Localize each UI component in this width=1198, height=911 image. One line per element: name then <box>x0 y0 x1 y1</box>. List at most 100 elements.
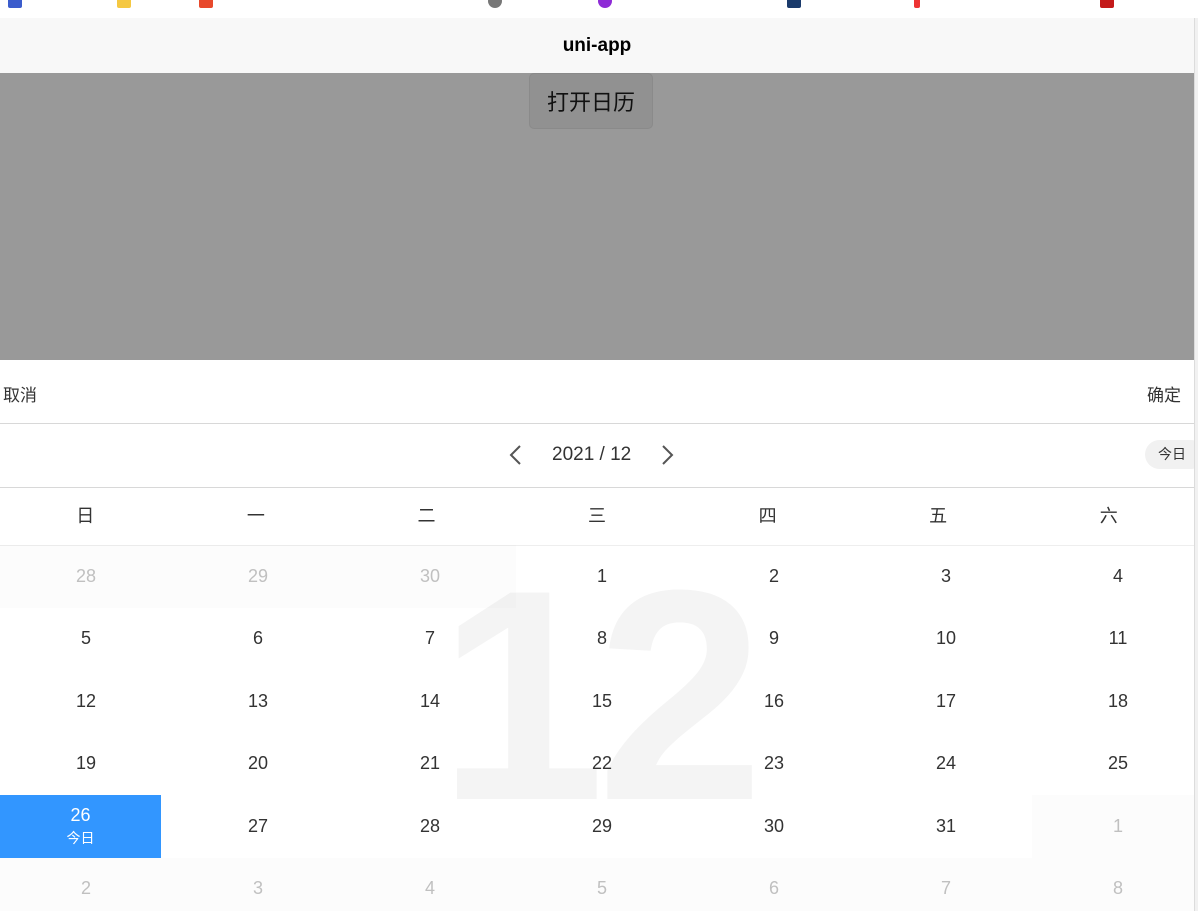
weekday-label: 六 <box>1099 506 1118 526</box>
calendar-day[interactable]: 19 <box>0 733 172 796</box>
day-number: 2 <box>80 878 91 899</box>
calendar-day[interactable]: 28 <box>344 795 516 858</box>
day-number: 6 <box>768 878 779 899</box>
calendar-popup: 取消 确定 2021 / 12 今日 日 一 二 三 四 五 六 12 28 29… <box>0 360 1194 911</box>
day-number: 30 <box>419 565 441 586</box>
calendar-week-row: 2 3 4 5 6 7 8 <box>0 858 1194 911</box>
calendar-action-bar: 取消 确定 <box>0 360 1194 424</box>
bookmark-icon <box>914 0 920 8</box>
calendar-day[interactable]: 12 <box>0 670 172 733</box>
day-number: 24 <box>935 753 957 774</box>
day-number: 18 <box>1107 690 1129 711</box>
calendar-day[interactable]: 29 <box>172 545 344 608</box>
calendar-day-selected[interactable]: 26 今日 <box>0 795 161 858</box>
calendar-day[interactable]: 15 <box>516 670 688 733</box>
day-number: 28 <box>75 565 97 586</box>
day-number: 3 <box>940 565 951 586</box>
bookmarks-bar <box>0 0 1198 18</box>
calendar-day[interactable]: 13 <box>172 670 344 733</box>
bookmark-item[interactable] <box>488 0 510 10</box>
calendar-day[interactable]: 11 <box>1032 608 1194 671</box>
bookmark-item[interactable] <box>8 0 30 10</box>
chevron-right-icon[interactable] <box>656 444 678 466</box>
bookmark-icon <box>199 0 213 8</box>
weekday-label: 三 <box>588 506 607 526</box>
calendar-day[interactable]: 7 <box>860 858 1032 911</box>
day-number: 8 <box>596 628 607 649</box>
bookmark-item[interactable] <box>598 0 620 10</box>
bookmark-item[interactable] <box>117 0 139 10</box>
day-number: 10 <box>935 628 957 649</box>
calendar-day[interactable]: 2 <box>0 858 172 911</box>
calendar-day[interactable]: 31 <box>860 795 1032 858</box>
day-number: 23 <box>763 753 785 774</box>
cancel-button[interactable]: 取消 <box>3 381 37 406</box>
calendar-day[interactable]: 25 <box>1032 733 1194 796</box>
calendar-week-row: 28 29 30 1 2 3 4 <box>0 545 1194 608</box>
day-number: 3 <box>252 878 263 899</box>
calendar-day[interactable]: 3 <box>860 545 1032 608</box>
calendar-day[interactable]: 17 <box>860 670 1032 733</box>
calendar-day[interactable]: 3 <box>172 858 344 911</box>
calendar-day[interactable]: 6 <box>172 608 344 671</box>
calendar-day[interactable]: 4 <box>1032 545 1194 608</box>
calendar-day[interactable]: 5 <box>516 858 688 911</box>
calendar-day[interactable]: 8 <box>1032 858 1194 911</box>
chevron-left-icon[interactable] <box>505 444 527 466</box>
calendar-day[interactable]: 20 <box>172 733 344 796</box>
calendar-day[interactable]: 14 <box>344 670 516 733</box>
calendar-day[interactable]: 16 <box>688 670 860 733</box>
calendar-day[interactable]: 5 <box>0 608 172 671</box>
calendar-day[interactable]: 6 <box>688 858 860 911</box>
today-button[interactable]: 今日 <box>1145 440 1194 469</box>
day-number: 31 <box>935 815 957 836</box>
bookmark-icon <box>1100 0 1114 8</box>
day-number: 9 <box>768 628 779 649</box>
day-number: 17 <box>935 690 957 711</box>
calendar-day[interactable]: 4 <box>344 858 516 911</box>
calendar-day[interactable]: 28 <box>0 545 172 608</box>
day-number: 27 <box>247 815 269 836</box>
calendar-day[interactable]: 10 <box>860 608 1032 671</box>
day-number: 29 <box>591 815 613 836</box>
calendar-day[interactable]: 2 <box>688 545 860 608</box>
calendar-week-row: 26 今日 27 28 29 30 31 1 <box>0 795 1194 858</box>
calendar-day[interactable]: 27 <box>172 795 344 858</box>
calendar-day[interactable]: 8 <box>516 608 688 671</box>
day-number: 11 <box>1108 628 1128 649</box>
calendar-week-row: 19 20 21 22 23 24 25 <box>0 733 1194 796</box>
calendar-day[interactable]: 29 <box>516 795 688 858</box>
calendar-day[interactable]: 1 <box>516 545 688 608</box>
day-number: 30 <box>763 815 785 836</box>
calendar-day[interactable]: 21 <box>344 733 516 796</box>
weekday-label: 五 <box>929 506 948 526</box>
page-content-mask[interactable]: 打开日历 <box>0 73 1194 360</box>
calendar-day[interactable]: 18 <box>1032 670 1194 733</box>
day-number: 22 <box>591 753 613 774</box>
calendar-day[interactable]: 23 <box>688 733 860 796</box>
calendar-day[interactable]: 24 <box>860 733 1032 796</box>
calendar-day[interactable]: 9 <box>688 608 860 671</box>
calendar-day[interactable]: 30 <box>688 795 860 858</box>
bookmark-item[interactable] <box>1100 0 1122 10</box>
calendar-day[interactable]: 7 <box>344 608 516 671</box>
bookmark-icon <box>787 0 801 8</box>
bookmark-item[interactable] <box>199 0 221 10</box>
day-number: 29 <box>247 565 269 586</box>
calendar-day[interactable]: 22 <box>516 733 688 796</box>
day-number: 26 <box>70 804 91 825</box>
day-number: 12 <box>75 690 97 711</box>
bookmark-item[interactable] <box>914 0 928 10</box>
confirm-button[interactable]: 确定 <box>1147 381 1181 406</box>
bookmark-item[interactable] <box>787 0 809 10</box>
weekday-label: 日 <box>76 506 95 526</box>
calendar-day[interactable]: 30 <box>344 545 516 608</box>
scrollbar[interactable] <box>1194 18 1198 911</box>
day-number: 15 <box>591 690 613 711</box>
today-label: 今日 <box>66 829 95 846</box>
calendar-day[interactable]: 1 <box>1032 795 1194 858</box>
weekday-label: 四 <box>758 506 777 526</box>
open-calendar-button[interactable]: 打开日历 <box>529 73 653 129</box>
weekday-label: 一 <box>246 506 265 526</box>
day-number: 7 <box>940 878 951 899</box>
